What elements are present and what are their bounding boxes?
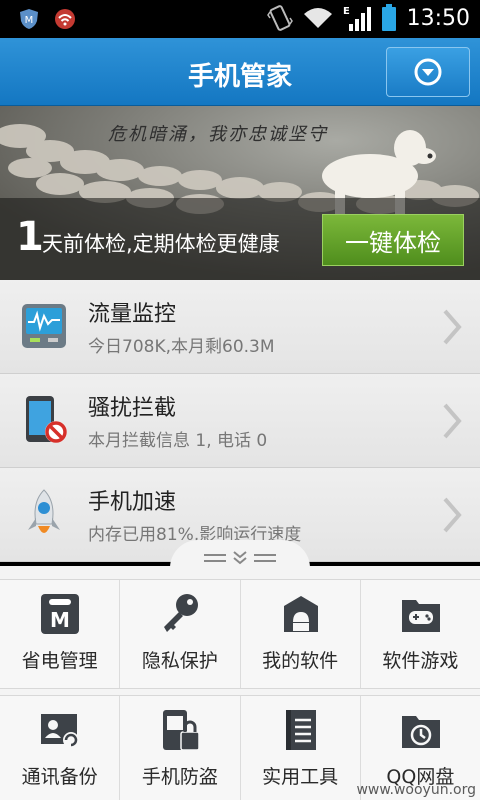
tool-label: 软件游戏 [382,650,459,672]
tool-label: 省电管理 [21,650,98,672]
tool-label: 实用工具 [262,766,339,788]
tool-power-saving[interactable]: M 省电管理 [0,580,121,688]
dropdown-menu-button[interactable] [386,47,470,97]
one-click-checkup-button[interactable]: 一键体检 [322,214,464,266]
chevron-down-circle-icon [414,58,442,86]
list-item-harass-block[interactable]: 骚扰拦截 本月拦截信息 1, 电话 0 [0,374,480,468]
traffic-monitor-icon [22,304,66,348]
list-item-title: 手机加速 [88,490,177,515]
status-time: 13:50 [406,5,470,31]
rocket-icon [28,489,60,533]
signal-icon: E [343,6,371,31]
svg-text:M: M [25,15,34,26]
tool-privacy[interactable]: 隐私保护 [120,580,241,688]
phone-lock-icon [163,710,200,751]
wifi-icon [303,8,332,28]
watermark: www.wooyun.org [356,782,476,798]
checkup-message: 天前体检,定期体检更健康 [42,232,280,256]
collapse-arrows-icon[interactable] [204,551,276,565]
status-bar: M E 13:50 [0,0,480,38]
banner-slogan: 危机暗涌，我亦忠诚坚守 [108,124,328,145]
wifi-alert-icon [55,9,75,29]
checkup-banner: 危机暗涌，我亦忠诚坚守 1 天前体检,定期体检更健康 一键体检 [0,106,480,280]
list-item-subtitle: 本月拦截信息 1, 电话 0 [88,431,268,451]
tool-label: 我的软件 [262,650,339,672]
android-box-icon [283,596,318,632]
battery-icon [381,4,396,31]
list-item-title: 流量监控 [88,302,177,327]
tool-label: 手机防盗 [141,766,218,788]
contact-backup-icon [41,714,79,748]
vibrate-icon [266,5,293,31]
key-icon [164,594,199,632]
tool-my-apps[interactable]: 我的软件 [240,580,361,688]
chevron-right-icon [443,309,462,345]
title-bar: 手机管家 [0,38,480,106]
svg-text:M: M [50,608,70,632]
notebook-icon [285,710,316,750]
block-call-icon [26,396,67,443]
tool-label: 隐私保护 [141,650,218,672]
tools-row-1: M 省电管理 隐私保护 我的软件 软件游戏 [0,579,480,689]
list-item-subtitle: 今日708K,本月剩60.3M [88,337,275,357]
tool-software-games[interactable]: 软件游戏 [360,580,480,688]
shield-m-icon: M [20,9,38,29]
tool-label: 通讯备份 [21,766,98,788]
tool-anti-theft[interactable]: 手机防盗 [120,696,241,800]
list-item-traffic[interactable]: 流量监控 今日708K,本月剩60.3M [0,280,480,374]
list-item-title: 骚扰拦截 [88,396,177,421]
chevron-right-icon [443,403,462,439]
feature-list: 流量监控 今日708K,本月剩60.3M 骚扰拦截 本月拦截信息 1, 电话 0… [0,280,480,562]
days-count: 1 [16,214,44,260]
tool-utilities[interactable]: 实用工具 [240,696,361,800]
svg-text:E: E [343,6,350,17]
chevron-right-icon [443,497,462,533]
cloud-folder-icon [401,716,440,748]
tools-grid: M 省电管理 隐私保护 我的软件 软件游戏 通讯备份 手机防盗 实用工具 QQ网… [0,566,480,800]
gamepad-folder-icon [401,600,440,632]
tool-contact-backup[interactable]: 通讯备份 [0,696,121,800]
tools-drawer: M 省电管理 隐私保护 我的软件 软件游戏 通讯备份 手机防盗 实用工具 QQ网… [0,540,480,800]
battery-saver-icon: M [41,594,79,634]
